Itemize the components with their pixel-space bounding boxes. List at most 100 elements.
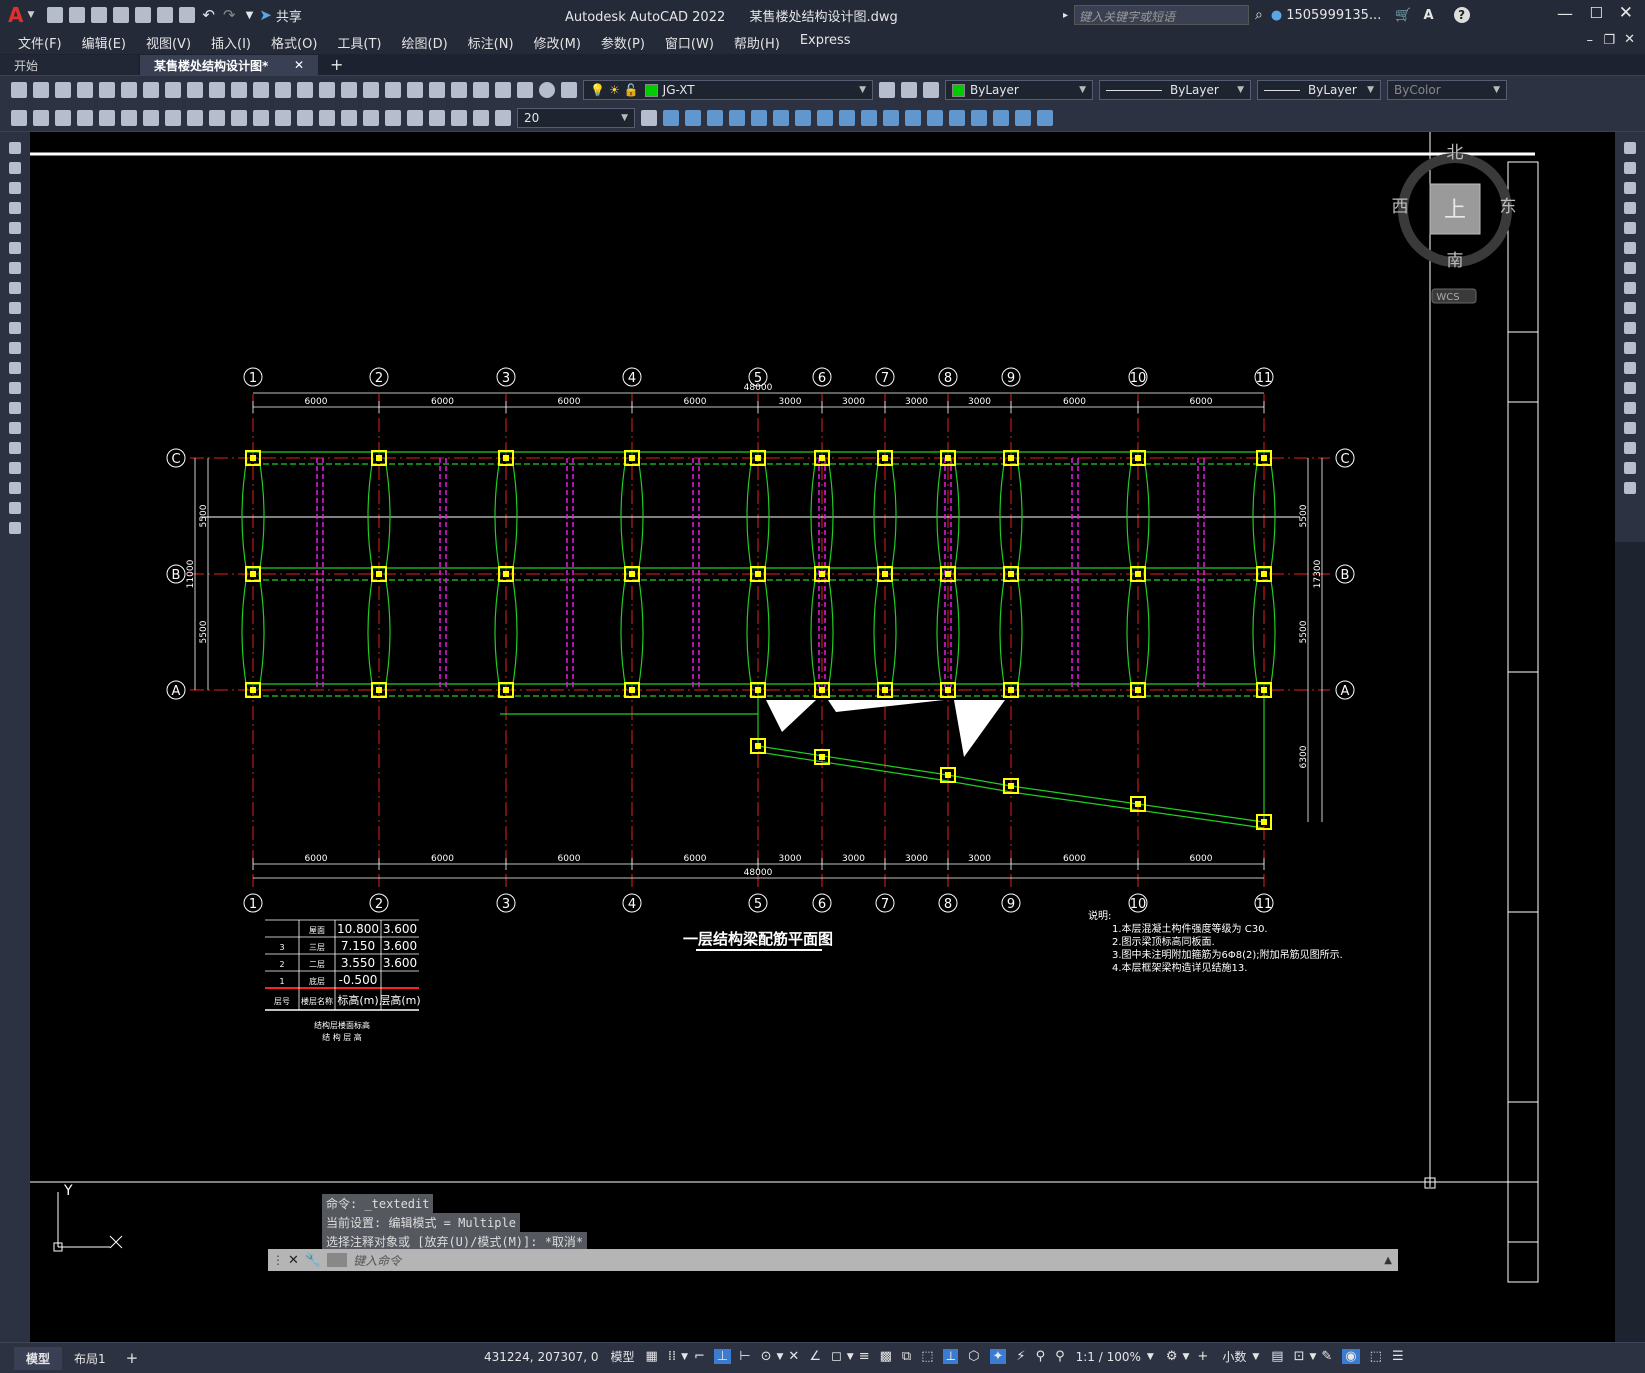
zoom-window-icon[interactable] — [363, 82, 379, 98]
qnew-icon[interactable] — [11, 82, 27, 98]
quick-properties-icon[interactable]: ▤ — [1271, 1349, 1283, 1364]
layer-previous-icon[interactable] — [901, 82, 917, 98]
3d-osnap-icon[interactable]: ⬚ — [921, 1349, 933, 1364]
open-file-icon[interactable] — [69, 7, 86, 23]
new-file-icon[interactable] — [47, 7, 64, 23]
close-button[interactable]: ✕ — [1619, 3, 1633, 23]
search-icon[interactable]: ⌕ — [1255, 7, 1263, 23]
modify-offset-icon[interactable] — [1624, 202, 1636, 214]
menu-item-2[interactable]: 视图(V) — [136, 33, 201, 52]
tab-close-icon[interactable]: ✕ — [294, 58, 304, 72]
workspace-gear-icon[interactable]: ⚙ — [1166, 1349, 1178, 1364]
color-dropdown[interactable]: ByLayer ▼ — [945, 80, 1093, 100]
save-tool-icon[interactable] — [55, 82, 71, 98]
tolerance-icon[interactable] — [363, 109, 379, 126]
dim-diameter-icon[interactable] — [209, 109, 225, 126]
undo-icon[interactable]: ↶ — [202, 6, 215, 24]
draw-gradient-icon[interactable] — [9, 442, 21, 454]
scale-caret-icon[interactable]: ▼ — [1147, 1352, 1154, 1362]
draw-revcloud-icon[interactable] — [9, 282, 21, 294]
modify-array-icon[interactable] — [1624, 222, 1636, 234]
help-search-input[interactable]: 键入关键字或短语 — [1074, 5, 1250, 25]
menu-item-10[interactable]: 窗口(W) — [655, 33, 724, 52]
share-icon[interactable]: ➤ — [259, 6, 272, 24]
otrack-icon[interactable]: ∠ — [809, 1349, 821, 1364]
menu-item-9[interactable]: 参数(P) — [591, 33, 655, 52]
dim-angular-icon[interactable] — [231, 109, 247, 126]
qat-more-icon[interactable]: ▼ — [246, 10, 254, 21]
dim-update-icon[interactable] — [495, 109, 511, 126]
draw-spline-icon[interactable] — [9, 302, 21, 314]
3d-dwf-icon[interactable] — [143, 82, 159, 98]
draw-ellipse-arc-icon[interactable] — [9, 342, 21, 354]
draw-region-icon[interactable] — [9, 462, 21, 474]
drawing-canvas[interactable]: 上 北 南 东 西 WCS 1 1 2 2 3 3 4 4 5 5 6 6 7 7 8 8 9 9 10 10 11 11… — [30, 132, 1615, 1342]
inspection-icon[interactable] — [407, 109, 423, 126]
modify-chamfer-icon[interactable] — [1624, 422, 1636, 434]
layer-on-icon[interactable]: 💡 — [590, 83, 605, 97]
help-icon[interactable]: ? — [1453, 7, 1470, 23]
units-caret-icon[interactable]: ▼ — [1252, 1352, 1259, 1362]
tool-i-icon[interactable] — [773, 109, 789, 126]
web-open-icon[interactable] — [157, 7, 174, 23]
menu-item-5[interactable]: 工具(T) — [327, 33, 391, 52]
viewcube-east[interactable]: 东 — [1500, 197, 1517, 217]
menu-item-4[interactable]: 格式(O) — [261, 33, 327, 52]
lineweight-dropdown[interactable]: ByLayer ▼ — [1257, 80, 1381, 100]
command-close-icon[interactable]: ✕ — [288, 1253, 299, 1268]
osnap-icon[interactable]: ◻ — [831, 1349, 842, 1364]
cart-icon[interactable]: 🛒 — [1395, 8, 1411, 23]
tab-layout1[interactable]: 布局1 — [62, 1347, 118, 1370]
properties-icon[interactable] — [407, 82, 423, 98]
gizmo-icon[interactable]: ✦ — [989, 1349, 1007, 1364]
clean-screen-icon[interactable]: ⬚ — [1370, 1349, 1382, 1364]
undo-tool-icon[interactable] — [275, 82, 291, 98]
linetype-dropdown[interactable]: ByLayer ▼ — [1099, 80, 1251, 100]
minimize-button[interactable]: — — [1557, 4, 1573, 23]
draw-construction-line-icon[interactable] — [9, 162, 21, 174]
dim-edit-icon[interactable] — [451, 109, 467, 126]
copy-icon[interactable] — [187, 82, 203, 98]
dim-radius-icon[interactable] — [165, 109, 181, 126]
draw-circle-icon[interactable] — [9, 262, 21, 274]
pan-icon[interactable] — [319, 82, 335, 98]
tool-k-icon[interactable] — [817, 109, 833, 126]
block-editor-icon[interactable] — [253, 82, 269, 98]
quick-dim-icon[interactable] — [253, 109, 269, 126]
tool-h-icon[interactable] — [751, 109, 767, 126]
viewcube-north[interactable]: 北 — [1447, 143, 1464, 163]
annotation-monitor-icon[interactable]: + — [1197, 1349, 1208, 1364]
tool-s-icon[interactable] — [993, 109, 1009, 126]
lock-caret-icon[interactable]: ▼ — [1309, 1352, 1316, 1362]
dynamic-input-icon[interactable]: ⊥ — [713, 1349, 732, 1364]
dim-baseline-icon[interactable] — [275, 109, 291, 126]
modify-break-at-point-icon[interactable] — [1624, 362, 1636, 374]
calculator-icon[interactable] — [517, 82, 533, 98]
draw-insert-block-icon[interactable] — [9, 362, 21, 374]
plot-tool-icon[interactable] — [77, 82, 93, 98]
layer-properties-icon[interactable] — [561, 82, 577, 98]
dim-text-edit-icon[interactable] — [473, 109, 489, 126]
dim-jogged-icon[interactable] — [187, 109, 203, 126]
zoom-previous-icon[interactable] — [385, 82, 401, 98]
modify-join-icon[interactable] — [1624, 402, 1636, 414]
tool-o-icon[interactable] — [905, 109, 921, 126]
dim-linear-icon[interactable] — [77, 109, 93, 126]
coordinates-readout[interactable]: 431224, 207307, 0 — [484, 1350, 599, 1364]
share-button[interactable]: 共享 — [276, 6, 302, 25]
tool-t-icon[interactable] — [1015, 109, 1031, 126]
dim-arc-icon[interactable] — [121, 109, 137, 126]
tool-a-icon[interactable] — [11, 109, 27, 126]
isodraft-icon[interactable]: ✕ — [788, 1349, 799, 1364]
tab-model[interactable]: 模型 — [14, 1346, 63, 1370]
command-grip-icon[interactable]: ⋮ — [272, 1253, 284, 1267]
polar-caret-icon[interactable]: ▼ — [776, 1352, 783, 1362]
tool-m-icon[interactable] — [861, 109, 877, 126]
menu-item-3[interactable]: 插入(I) — [201, 33, 261, 52]
annotation-scale[interactable]: 1:1 / 100% — [1076, 1350, 1141, 1364]
paste-icon[interactable] — [209, 82, 225, 98]
viewcube-west[interactable]: 西 — [1392, 197, 1409, 217]
tab-start[interactable]: 开始 — [0, 55, 138, 75]
zoom-realtime-icon[interactable] — [341, 82, 357, 98]
modify-fillet-icon[interactable] — [1624, 442, 1636, 454]
